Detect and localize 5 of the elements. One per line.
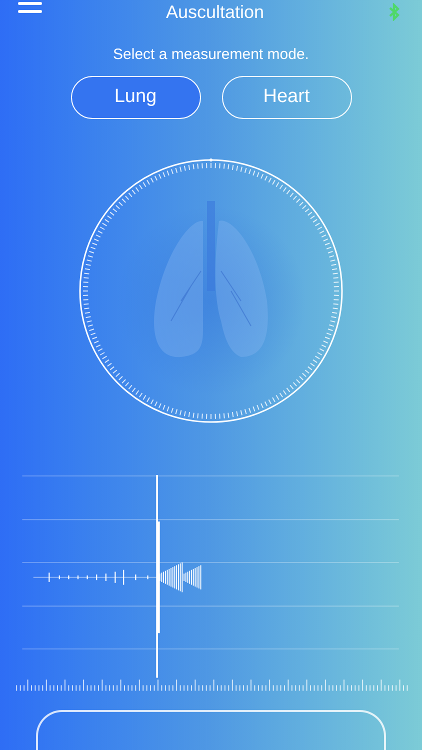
action-button[interactable] <box>36 710 386 750</box>
screen-title: Auscultation <box>166 1 264 24</box>
instruction-text: Select a measurement mode. <box>112 45 310 65</box>
mode-button[interactable]: Lung <box>70 76 200 118</box>
mode-button[interactable]: Heart <box>222 76 352 118</box>
